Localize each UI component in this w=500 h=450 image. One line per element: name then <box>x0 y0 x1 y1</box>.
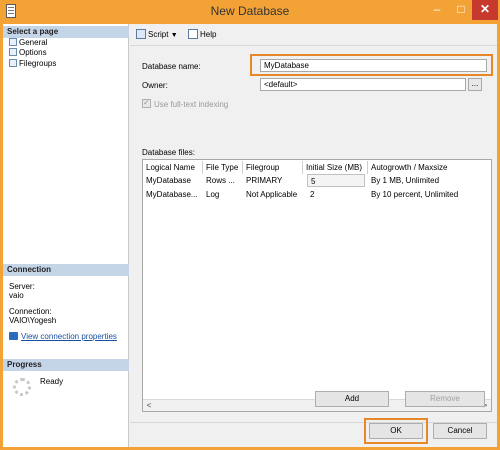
column-header-initial-size[interactable]: Initial Size (MB) <box>303 161 368 174</box>
add-button[interactable]: Add <box>315 391 389 407</box>
grid-header-row: Logical Name File Type Filegroup Initial… <box>143 161 491 174</box>
chevron-down-icon: ▼ <box>170 32 178 39</box>
remove-button[interactable]: Remove <box>405 391 485 407</box>
script-label: Script <box>148 30 169 39</box>
cell-file-type[interactable]: Rows ... <box>203 174 243 187</box>
page-item-general[interactable]: General <box>9 38 47 48</box>
cell-file-type[interactable]: Log <box>203 188 243 201</box>
progress-status: Ready <box>40 377 64 386</box>
fulltext-indexing-label: Use full-text indexing <box>154 100 229 109</box>
page-icon <box>9 38 17 46</box>
owner-browse-button[interactable]: ... <box>468 78 482 91</box>
view-connection-properties-link[interactable]: View connection properties <box>9 332 117 342</box>
cell-initial-size[interactable]: 5 <box>307 174 365 187</box>
connection-header: Connection <box>3 264 129 276</box>
column-header-file-type[interactable]: File Type <box>203 161 243 174</box>
script-button[interactable]: Script ▼ <box>136 29 178 42</box>
cell-logical-name[interactable]: MyDatabase <box>143 174 203 187</box>
cell-logical-name[interactable]: MyDatabase... <box>143 188 203 201</box>
column-header-filegroup[interactable]: Filegroup <box>243 161 303 174</box>
table-row[interactable]: MyDatabase... Log Not Applicable 2 By 10… <box>143 188 491 201</box>
database-files-label: Database files: <box>142 148 195 157</box>
cell-filegroup[interactable]: Not Applicable <box>243 188 303 201</box>
column-header-logical-name[interactable]: Logical Name <box>143 161 203 174</box>
page-item-label: Filegroups <box>19 59 57 68</box>
title-bar[interactable]: New Database – □ ✕ <box>0 0 500 24</box>
server-value: vaio <box>9 291 24 300</box>
fulltext-indexing-checkbox[interactable] <box>142 98 151 108</box>
database-name-label: Database name: <box>142 62 201 71</box>
help-label: Help <box>200 30 217 39</box>
progress-header: Progress <box>3 359 129 371</box>
connection-value: VAIO\Yogesh <box>9 316 57 325</box>
help-icon <box>188 29 198 39</box>
database-files-grid[interactable]: Logical Name File Type Filegroup Initial… <box>142 159 492 412</box>
page-icon <box>9 48 17 56</box>
cell-autogrowth[interactable]: By 1 MB, Unlimited <box>368 174 491 187</box>
cell-initial-size[interactable]: 2 <box>307 188 365 201</box>
view-connection-link-label: View connection properties <box>21 332 117 341</box>
minimize-button[interactable]: – <box>424 0 450 20</box>
page-item-label: General <box>19 38 48 47</box>
owner-input[interactable]: <default> <box>260 78 466 91</box>
progress-spinner-icon <box>13 378 31 396</box>
select-page-header: Select a page <box>3 26 129 38</box>
table-row[interactable]: MyDatabase Rows ... PRIMARY 5 By 1 MB, U… <box>143 174 491 187</box>
page-item-label: Options <box>19 48 47 57</box>
maximize-button[interactable]: □ <box>450 0 472 20</box>
script-icon <box>136 29 146 39</box>
column-header-autogrowth[interactable]: Autogrowth / Maxsize <box>368 161 491 174</box>
owner-label: Owner: <box>142 81 168 90</box>
scroll-left-icon[interactable]: < <box>143 400 155 411</box>
cell-filegroup[interactable]: PRIMARY <box>243 174 303 187</box>
database-name-input[interactable]: MyDatabase <box>260 59 487 72</box>
close-button[interactable]: ✕ <box>472 0 498 20</box>
page-icon <box>9 59 17 67</box>
page-item-options[interactable]: Options <box>9 48 47 58</box>
connection-properties-icon <box>9 332 18 340</box>
left-pane: Select a page General Options Filegroups… <box>3 24 129 447</box>
ok-button[interactable]: OK <box>369 423 423 439</box>
help-button[interactable]: Help <box>188 29 216 41</box>
new-database-window: New Database – □ ✕ Select a page General… <box>0 0 500 450</box>
page-item-filegroups[interactable]: Filegroups <box>9 59 56 69</box>
cancel-button[interactable]: Cancel <box>433 423 487 439</box>
toolbar: Script ▼ Help <box>130 24 497 46</box>
cell-autogrowth[interactable]: By 10 percent, Unlimited <box>368 188 491 201</box>
dialog-client-area: Select a page General Options Filegroups… <box>3 24 497 447</box>
